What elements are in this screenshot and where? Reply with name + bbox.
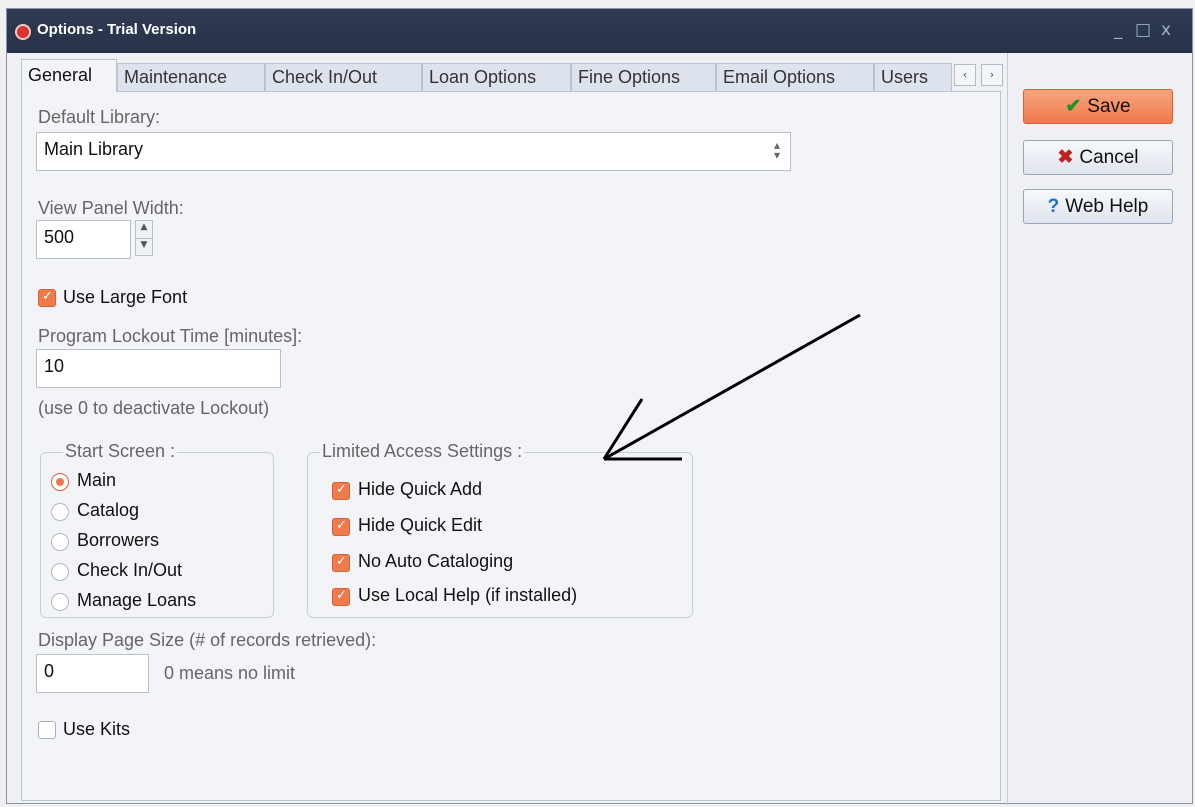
stepper-up-icon[interactable]: ▲ xyxy=(136,221,152,238)
tab-loan-options[interactable]: Loan Options xyxy=(422,63,571,92)
cancel-button[interactable]: ✖ Cancel xyxy=(1023,140,1173,175)
general-tab-panel: Default Library: Main Library ▴ ▾ View Pa… xyxy=(21,91,1001,801)
use-kits-checkbox[interactable] xyxy=(38,721,56,739)
page-size-hint: 0 means no limit xyxy=(164,663,296,683)
tab-general[interactable]: General xyxy=(21,59,117,92)
question-mark-icon: ? xyxy=(1047,196,1060,217)
default-library-label: Default Library: xyxy=(38,107,161,127)
view-panel-width-input[interactable]: 500 xyxy=(36,220,131,259)
close-button[interactable]: x xyxy=(1161,20,1171,40)
web-help-label: Web Help xyxy=(1065,196,1149,217)
use-local-help-checkbox[interactable] xyxy=(332,588,350,606)
page-size-label: Display Page Size (# of records retrieve… xyxy=(38,630,377,650)
tab-fine-options[interactable]: Fine Options xyxy=(571,63,716,92)
tab-scroll-left-icon[interactable]: ‹ xyxy=(954,64,976,86)
radio-main[interactable] xyxy=(51,473,69,491)
default-library-value: Main Library xyxy=(44,139,144,159)
options-app-icon xyxy=(15,24,31,40)
use-large-font-label: Use Large Font xyxy=(63,287,188,307)
use-large-font-checkbox[interactable] xyxy=(38,289,56,307)
hide-quick-add-label: Hide Quick Add xyxy=(358,479,483,499)
window-title: Options - Trial Version xyxy=(37,21,197,38)
default-library-select[interactable]: Main Library ▴ ▾ xyxy=(36,132,791,171)
red-x-icon: ✖ xyxy=(1057,147,1074,168)
cancel-label: Cancel xyxy=(1079,147,1139,168)
start-screen-group: Start Screen : Main Catalog Borrowers Ch… xyxy=(40,441,274,618)
minimize-button[interactable]: _ xyxy=(1114,20,1123,40)
radio-borrowers[interactable] xyxy=(51,533,69,551)
page-size-input[interactable]: 0 xyxy=(36,654,149,693)
radio-manage-loans[interactable] xyxy=(51,593,69,611)
checkmark-icon: ✔ xyxy=(1065,96,1082,117)
use-local-help-label: Use Local Help (if installed) xyxy=(358,585,578,605)
stepper-down-icon[interactable]: ▼ xyxy=(136,238,152,255)
web-help-button[interactable]: ? Web Help xyxy=(1023,189,1173,224)
lockout-time-label: Program Lockout Time [minutes]: xyxy=(38,326,303,346)
radio-manage-loans-label: Manage Loans xyxy=(77,590,197,610)
panel-divider xyxy=(1007,53,1008,805)
radio-check-in-out[interactable] xyxy=(51,563,69,581)
start-screen-legend: Start Screen : xyxy=(63,441,178,462)
tab-users[interactable]: Users xyxy=(874,63,952,92)
radio-check-in-out-label: Check In/Out xyxy=(77,560,183,580)
tab-maintenance[interactable]: Maintenance xyxy=(117,63,265,92)
radio-catalog-label: Catalog xyxy=(77,500,140,520)
hide-quick-add-checkbox[interactable] xyxy=(332,482,350,500)
tab-check-in-out[interactable]: Check In/Out xyxy=(265,63,422,92)
tab-scroll-right-icon[interactable]: › xyxy=(981,64,1003,86)
no-auto-cataloging-checkbox[interactable] xyxy=(332,554,350,572)
radio-borrowers-label: Borrowers xyxy=(77,530,160,550)
limited-access-legend: Limited Access Settings : xyxy=(320,441,525,462)
lockout-time-input[interactable]: 10 xyxy=(36,349,281,388)
options-window: Options - Trial Version _ □ x General Ma… xyxy=(6,8,1193,805)
radio-main-label: Main xyxy=(77,470,117,490)
view-panel-width-label: View Panel Width: xyxy=(38,198,184,218)
save-button[interactable]: ✔ Save xyxy=(1023,89,1173,124)
limited-access-group: Limited Access Settings : Hide Quick Add… xyxy=(307,441,693,618)
save-label: Save xyxy=(1087,96,1131,117)
view-panel-width-stepper[interactable]: ▲ ▼ xyxy=(135,220,153,256)
maximize-button[interactable]: □ xyxy=(1135,20,1151,40)
tab-email-options[interactable]: Email Options xyxy=(716,63,874,92)
use-kits-label: Use Kits xyxy=(63,719,131,739)
radio-catalog[interactable] xyxy=(51,503,69,521)
hide-quick-edit-label: Hide Quick Edit xyxy=(358,515,483,535)
lockout-hint: (use 0 to deactivate Lockout) xyxy=(38,398,270,418)
title-bar: Options - Trial Version _ □ x xyxy=(7,9,1192,53)
no-auto-cataloging-label: No Auto Cataloging xyxy=(358,551,514,571)
hide-quick-edit-checkbox[interactable] xyxy=(332,518,350,536)
select-updown-icon: ▴ ▾ xyxy=(773,138,780,162)
